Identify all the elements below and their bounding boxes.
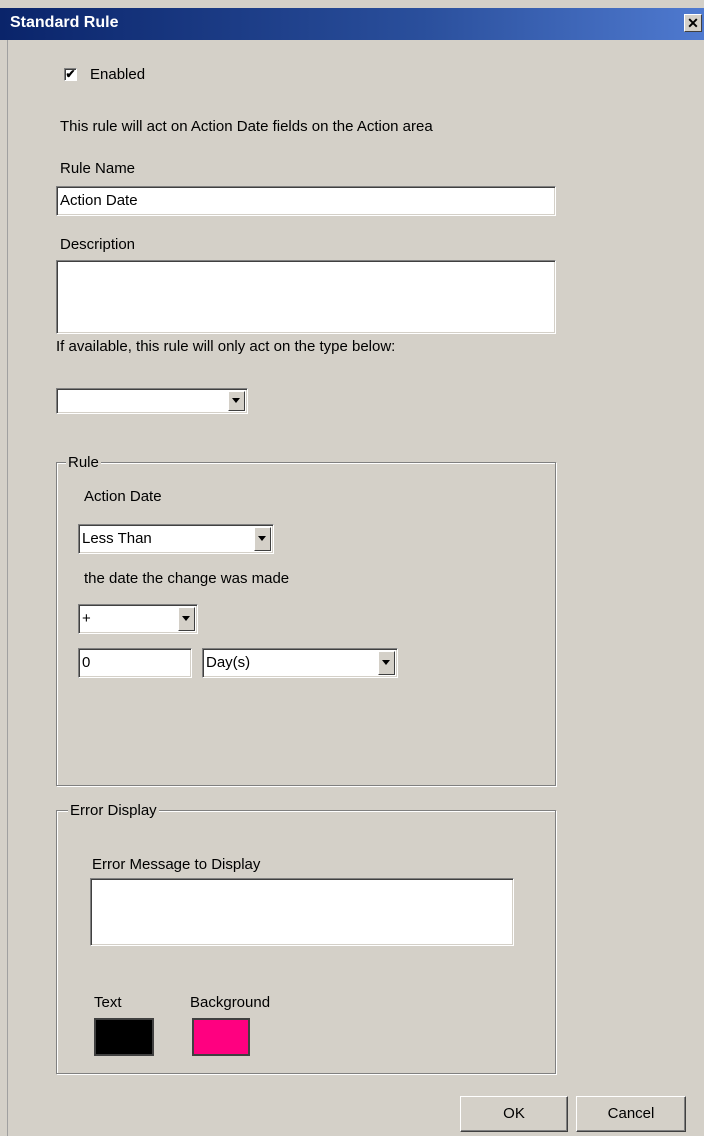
close-button[interactable]: ✕: [684, 14, 702, 32]
ok-button[interactable]: OK: [460, 1096, 568, 1132]
window-left-border: [0, 40, 8, 1136]
offset-value: 0: [82, 654, 91, 671]
close-icon: ✕: [687, 15, 699, 31]
rule-field-label: Action Date: [84, 488, 162, 505]
description-textarea[interactable]: [56, 260, 556, 334]
error-group-legend: Error Display: [68, 802, 159, 820]
unit-select[interactable]: Day(s): [202, 648, 398, 678]
type-filter-label: If available, this rule will only act on…: [56, 338, 396, 355]
sign-value: +: [82, 610, 91, 627]
info-text: This rule will act on Action Date fields…: [60, 118, 433, 135]
enabled-label[interactable]: Enabled: [90, 66, 145, 84]
chevron-down-icon[interactable]: [378, 651, 395, 675]
error-message-label: Error Message to Display: [92, 856, 261, 873]
description-label: Description: [60, 236, 136, 253]
relative-text: the date the change was made: [84, 570, 290, 587]
cancel-button[interactable]: Cancel: [576, 1096, 686, 1132]
rule-name-input[interactable]: Action Date: [56, 186, 556, 216]
error-message-textarea[interactable]: [90, 878, 514, 946]
sign-select[interactable]: +: [78, 604, 198, 634]
enabled-checkbox[interactable]: ✔: [64, 68, 77, 81]
unit-value: Day(s): [206, 654, 251, 671]
operator-value: Less Than: [82, 530, 152, 547]
type-filter-select[interactable]: [56, 388, 248, 414]
window-title: Standard Rule: [10, 14, 119, 31]
checkmark-icon: ✔: [65, 67, 76, 81]
rule-group-legend: Rule: [66, 454, 101, 472]
operator-select[interactable]: Less Than: [78, 524, 274, 554]
text-color-swatch[interactable]: [94, 1018, 154, 1056]
background-color-label: Background: [190, 994, 271, 1011]
background-color-swatch[interactable]: [192, 1018, 250, 1056]
chevron-down-icon[interactable]: [228, 391, 245, 411]
rule-name-label: Rule Name: [60, 160, 136, 177]
text-color-label: Text: [94, 994, 122, 1011]
rule-name-value: Action Date: [60, 192, 138, 209]
offset-input[interactable]: 0: [78, 648, 192, 678]
chevron-down-icon[interactable]: [178, 607, 195, 631]
chevron-down-icon[interactable]: [254, 527, 271, 551]
